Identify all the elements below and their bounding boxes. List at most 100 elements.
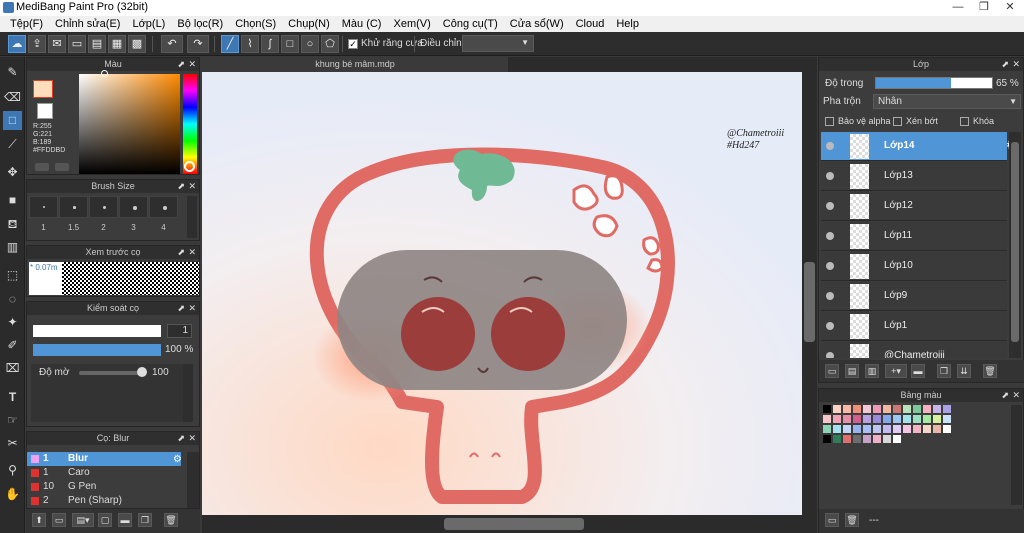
palette-swatch[interactable] (853, 435, 861, 443)
adjust-dropdown[interactable]: ▼ (462, 35, 534, 52)
palette-swap-icon[interactable] (55, 163, 69, 171)
layer-row[interactable]: Lớp12 (821, 192, 1007, 221)
palette-swatch[interactable] (823, 415, 831, 423)
brush-list-item[interactable]: 1 Blur (27, 452, 181, 466)
redo-icon[interactable]: ↷ (187, 35, 209, 53)
palette-swatch[interactable] (833, 405, 841, 413)
layer-row[interactable]: @Chametroiii (821, 342, 1007, 358)
palette-swatch[interactable] (863, 435, 871, 443)
gradient-tool-icon[interactable]: ▥ (3, 238, 22, 257)
menu-file[interactable]: Tệp(F) (4, 18, 49, 30)
line-tool-icon[interactable]: ╱ (221, 35, 239, 53)
palette-swatch[interactable] (873, 435, 881, 443)
palette-swatch[interactable] (843, 425, 851, 433)
select-tool-icon[interactable]: ⬚ (3, 266, 22, 285)
palette-swatch[interactable] (903, 405, 911, 413)
close-icon[interactable]: ✕ (188, 180, 196, 193)
menu-filter[interactable]: Bộ lọc(R) (171, 18, 229, 30)
brush-size-cell[interactable] (59, 196, 88, 218)
palette-swatch[interactable] (873, 425, 881, 433)
layer-menu-icon[interactable]: +▾ (885, 364, 907, 378)
line-tool-icon[interactable]: ⟋ (3, 135, 22, 154)
palette-swatch[interactable] (823, 405, 831, 413)
protect-alpha-checkbox[interactable] (825, 117, 834, 126)
polyline-tool-icon[interactable]: ⌇ (241, 35, 259, 53)
palette-swatch[interactable] (883, 405, 891, 413)
palette-swatch[interactable] (913, 405, 921, 413)
close-icon[interactable]: ✕ (188, 432, 196, 445)
visibility-eye-icon[interactable] (826, 322, 834, 330)
brush-size-value[interactable]: 1 (167, 324, 192, 338)
palette-swatch[interactable] (923, 415, 931, 423)
popout-icon[interactable]: ⬈ (177, 180, 185, 193)
duplicate-brush-icon[interactable]: ❐ (138, 513, 152, 527)
visibility-eye-icon[interactable] (826, 292, 834, 300)
blend-mode-dropdown[interactable]: Nhân ▼ (873, 94, 1021, 109)
shape-tool-icon[interactable]: □ (3, 111, 22, 130)
ellipse-tool-icon[interactable]: ○ (301, 35, 319, 53)
palette-swatch[interactable] (893, 405, 901, 413)
palette-swatch[interactable] (843, 405, 851, 413)
palette-swatch[interactable] (933, 425, 941, 433)
palette-swatch[interactable] (923, 425, 931, 433)
operation-tool-icon[interactable]: ☞ (3, 411, 22, 430)
canvas-area[interactable]: @Chametroiii #Hd247 (202, 72, 817, 533)
visibility-eye-icon[interactable] (826, 352, 834, 358)
new-8bit-layer-icon[interactable]: ▥ (865, 364, 879, 378)
palette-swatch[interactable] (883, 425, 891, 433)
folder-icon[interactable]: ▬ (118, 513, 132, 527)
comment-icon[interactable]: ✉ (48, 35, 66, 53)
palette-swatch[interactable] (853, 405, 861, 413)
palette-swatch[interactable] (883, 415, 891, 423)
palette-swatch[interactable] (833, 435, 841, 443)
palette-swatch[interactable] (873, 405, 881, 413)
hue-handle[interactable] (184, 161, 195, 172)
duplicate-layer-icon[interactable]: ❐ (937, 364, 951, 378)
document-icon[interactable]: ▤ (88, 35, 106, 53)
palette-swatch[interactable] (873, 415, 881, 423)
brush-list-item[interactable]: 10 G Pen (27, 480, 181, 494)
lock-checkbox[interactable] (960, 117, 969, 126)
popout-icon[interactable]: ⬈ (177, 58, 185, 71)
palette-swatch[interactable] (903, 425, 911, 433)
palette-scrollbar[interactable] (1011, 405, 1022, 505)
layer-row[interactable]: Lớp10 (821, 252, 1007, 281)
close-icon[interactable]: ✕ (1012, 58, 1020, 71)
bucket-tool-icon[interactable]: ⛾ (3, 215, 22, 234)
blur-slider[interactable] (79, 371, 145, 375)
layer-row[interactable]: Lớp11 (821, 222, 1007, 251)
blur-slider-handle[interactable] (137, 367, 147, 377)
move-tool-icon[interactable]: ✥ (3, 163, 22, 182)
popout-icon[interactable]: ⬈ (1001, 58, 1009, 71)
new-halftone-layer-icon[interactable]: ▤ (845, 364, 859, 378)
eraser-tool-icon[interactable]: ⌫ (3, 88, 22, 107)
palette-add-icon[interactable] (35, 163, 49, 171)
canvas-hscroll-thumb[interactable] (444, 518, 584, 530)
popout-icon[interactable]: ⬈ (177, 432, 185, 445)
delete-layer-icon[interactable]: 🗑 (983, 364, 997, 378)
popout-icon[interactable]: ⬈ (1001, 389, 1009, 402)
brush-size-cell[interactable] (29, 196, 58, 218)
magic-wand-tool-icon[interactable]: ✦ (3, 313, 22, 332)
undo-icon[interactable]: ↶ (161, 35, 183, 53)
pages-icon[interactable]: ▦ (108, 35, 126, 53)
palette-swatch[interactable] (923, 405, 931, 413)
menu-color[interactable]: Màu (C) (336, 18, 388, 30)
popout-icon[interactable]: ⬈ (177, 302, 185, 315)
visibility-eye-icon[interactable] (826, 172, 834, 180)
select-pen-tool-icon[interactable]: ✐ (3, 336, 22, 355)
menu-snap[interactable]: Chụp(N) (282, 18, 336, 30)
close-window-button[interactable]: ✕ (997, 0, 1023, 15)
palette-swatch[interactable] (833, 415, 841, 423)
brush-size-cell[interactable] (149, 196, 178, 218)
select-eraser-tool-icon[interactable]: ⌧ (3, 359, 22, 378)
copy-brush-icon[interactable]: ▢ (98, 513, 112, 527)
divide-tool-icon[interactable]: ✂ (3, 434, 22, 453)
menu-select[interactable]: Chọn(S) (229, 18, 282, 30)
palette-swatch[interactable] (863, 415, 871, 423)
palette-swatch[interactable] (863, 405, 871, 413)
brush-list-item[interactable]: 1 Caro (27, 466, 181, 480)
cloud-icon[interactable]: ☁ (8, 35, 26, 53)
brush-opacity-bar[interactable] (33, 344, 161, 356)
visibility-eye-icon[interactable] (826, 142, 834, 150)
